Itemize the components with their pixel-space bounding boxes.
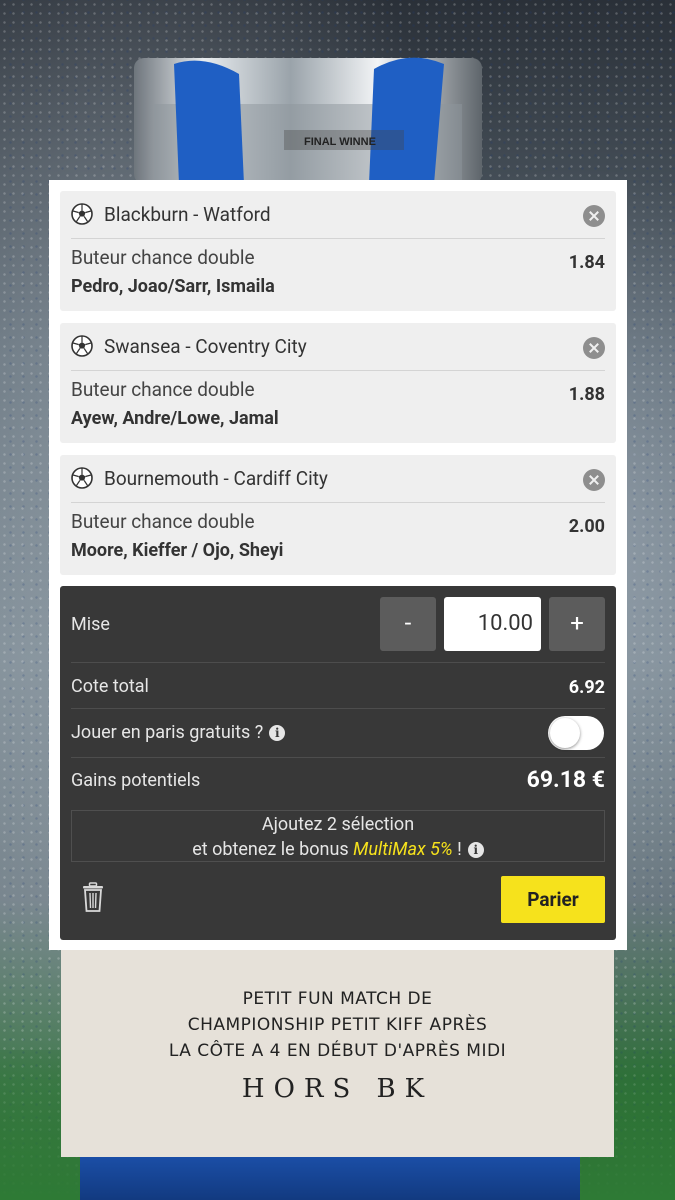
promo-line-1: Ajoutez 2 sélection	[261, 814, 415, 835]
promo-text-end: !	[452, 839, 462, 860]
info-icon[interactable]: i	[467, 842, 484, 858]
trophy-engraving: FINAL WINNE	[304, 136, 376, 148]
selection-card: Bournemouth - Cardiff City Buteur chance…	[60, 455, 616, 575]
promo-line-2: et obtenez le bonus MultiMax 5% ! i	[72, 837, 604, 862]
selection-header: Blackburn - Watford	[60, 191, 616, 238]
stake-input[interactable]: 10.00	[444, 597, 541, 651]
info-icon[interactable]: i	[269, 725, 286, 741]
market-name: Buteur chance double	[71, 246, 255, 269]
trophy-base	[80, 1155, 580, 1200]
soccer-ball-icon	[71, 203, 93, 225]
match-name: Bournemouth - Cardiff City	[104, 467, 328, 490]
total-odds-value: 6.92	[568, 677, 605, 698]
decrease-stake-button[interactable]: -	[380, 597, 436, 651]
potential-winnings-value: 69.18 €	[526, 766, 605, 793]
selection-pick: Ayew, Andre/Lowe, Jamal	[71, 408, 279, 429]
remove-selection-icon[interactable]	[583, 337, 605, 359]
selection-odds: 1.88	[568, 384, 605, 405]
caption-card: PETIT FUN MATCH DE CHAMPIONSHIP PETIT KI…	[61, 950, 614, 1157]
divider	[71, 662, 605, 663]
match-name: Swansea - Coventry City	[104, 335, 307, 358]
selection-card: Swansea - Coventry City Buteur chance do…	[60, 323, 616, 443]
remove-selection-icon[interactable]	[583, 205, 605, 227]
free-bet-row: Jouer en paris gratuits ? i	[71, 722, 286, 743]
soccer-ball-icon	[71, 335, 93, 357]
selection-pick: Pedro, Joao/Sarr, Ismaila	[71, 276, 275, 297]
divider	[71, 370, 605, 371]
potential-winnings-label: Gains potentiels	[71, 770, 201, 791]
divider	[71, 708, 605, 709]
caption-line: CHAMPIONSHIP PETIT KIFF APRÈS	[187, 1015, 488, 1035]
caption-text: PETIT FUN MATCH DE CHAMPIONSHIP PETIT KI…	[61, 986, 614, 1064]
divider	[71, 757, 605, 758]
promo-text: et obtenez le bonus	[192, 839, 354, 860]
selection-card: Blackburn - Watford Buteur chance double…	[60, 191, 616, 311]
trash-icon[interactable]	[82, 882, 104, 912]
stake-section: Mise - 10.00 + Cote total 6.92 Jouer en …	[60, 586, 616, 940]
signature: HORS BK	[241, 1074, 434, 1104]
total-odds-label: Cote total	[71, 676, 149, 697]
increase-stake-button[interactable]: +	[549, 597, 605, 651]
selection-pick: Moore, Kieffer / Ojo, Sheyi	[71, 540, 284, 561]
caption-line: LA CÔTE A 4 EN DÉBUT D'APRÈS MIDI	[168, 1041, 507, 1061]
bet-slip-panel: Blackburn - Watford Buteur chance double…	[49, 180, 627, 950]
stake-label: Mise	[71, 614, 110, 635]
market-name: Buteur chance double	[71, 510, 255, 533]
trophy-image: FINAL WINNE	[134, 57, 482, 184]
market-name: Buteur chance double	[71, 378, 255, 401]
selection-odds: 1.84	[568, 252, 605, 273]
selection-odds: 2.00	[568, 516, 605, 537]
free-bet-label: Jouer en paris gratuits ?	[71, 722, 264, 743]
place-bet-button[interactable]: Parier	[501, 876, 605, 923]
free-bet-toggle[interactable]	[548, 716, 604, 750]
multimax-promo: Ajoutez 2 sélection et obtenez le bonus …	[71, 810, 605, 862]
match-name: Blackburn - Watford	[104, 203, 271, 226]
remove-selection-icon[interactable]	[583, 469, 605, 491]
promo-highlight: MultiMax 5%	[353, 839, 453, 860]
toggle-knob	[550, 718, 580, 748]
caption-line: PETIT FUN MATCH DE	[242, 989, 433, 1009]
divider	[71, 502, 605, 503]
selection-header: Bournemouth - Cardiff City	[60, 455, 616, 502]
divider	[71, 238, 605, 239]
soccer-ball-icon	[71, 467, 93, 489]
selection-header: Swansea - Coventry City	[60, 323, 616, 370]
